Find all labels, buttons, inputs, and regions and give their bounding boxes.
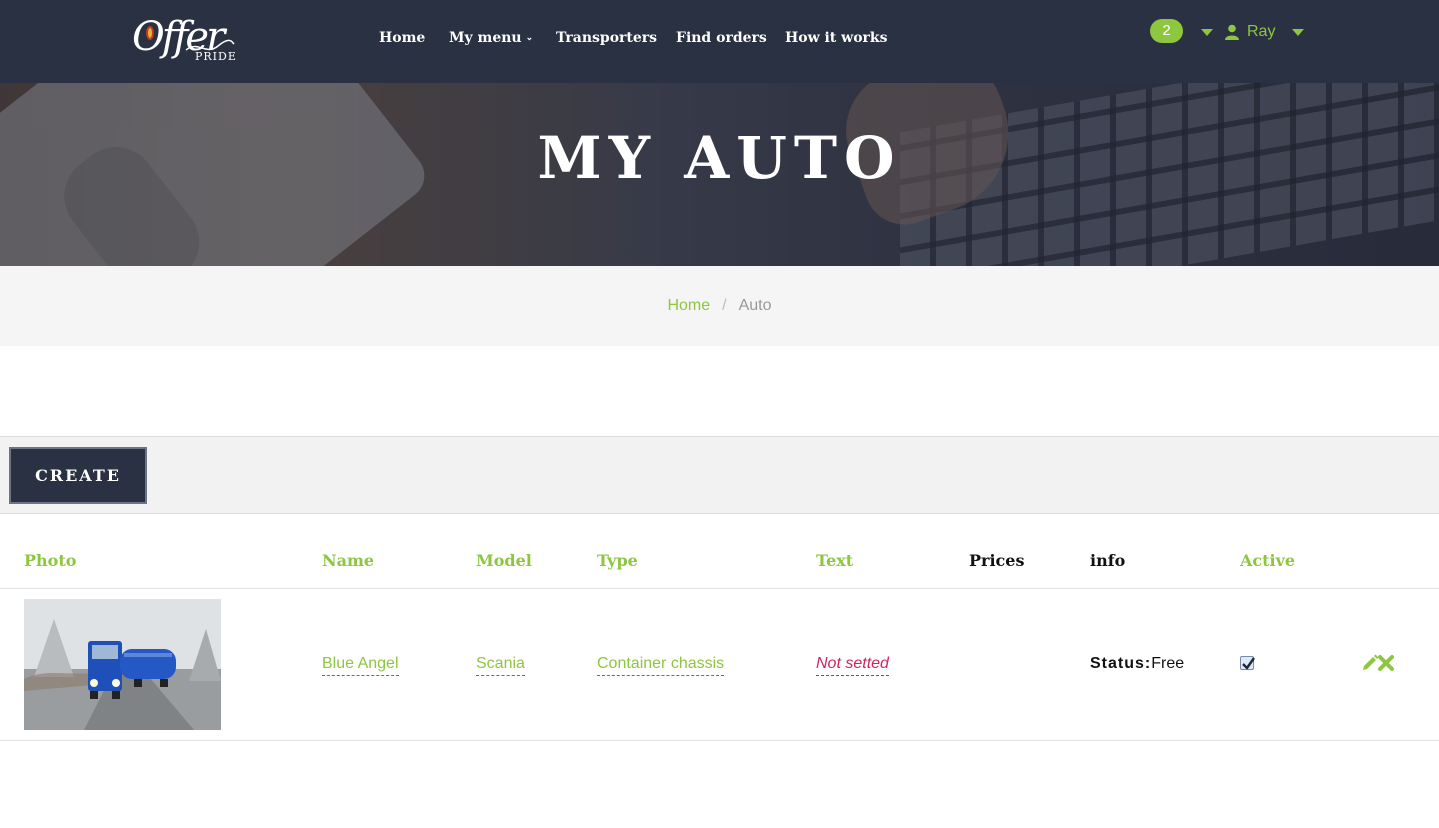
notifications-caret-down-icon[interactable] xyxy=(1201,29,1213,36)
status-value: Free xyxy=(1151,655,1185,672)
nav-my-menu[interactable]: My menu ⌄ xyxy=(449,28,533,48)
page-title: MY AUTO xyxy=(537,124,902,192)
nav-how-it-works[interactable]: How it works xyxy=(785,28,888,48)
nav-home[interactable]: Home xyxy=(379,28,425,48)
auto-name-value[interactable]: Blue Angel xyxy=(322,653,399,676)
column-header-info: info xyxy=(1090,551,1126,570)
nav-transporters[interactable]: Transporters xyxy=(556,28,657,48)
create-button[interactable]: CREATE xyxy=(9,447,147,504)
column-header-photo[interactable]: Photo xyxy=(24,550,76,572)
breadcrumb-home-link[interactable]: Home xyxy=(667,297,710,314)
table-header-row: Photo Name Model Type Text Prices info A… xyxy=(0,538,1439,589)
auto-model-value[interactable]: Scania xyxy=(476,653,525,676)
user-menu-name[interactable]: Ray xyxy=(1247,22,1275,42)
breadcrumb-current: Auto xyxy=(738,297,772,314)
nav-how-it-works-label: How it works xyxy=(785,30,888,46)
notification-badge[interactable]: 2 xyxy=(1150,19,1183,43)
page-hero-banner: MY AUTO xyxy=(0,83,1439,266)
nav-find-orders[interactable]: Find orders xyxy=(676,28,767,48)
logo-dot-icon xyxy=(146,26,154,40)
checkbox-check-icon xyxy=(1242,657,1255,670)
truck-photo xyxy=(24,599,221,730)
breadcrumb: Home / Auto xyxy=(0,266,1439,346)
column-header-model[interactable]: Model xyxy=(476,550,532,572)
top-navbar: Offer PRIDE Home My menu ⌄ Transporters F… xyxy=(0,0,1439,83)
user-menu-caret-down-icon[interactable] xyxy=(1292,29,1304,36)
grid-toolbar: CREATE xyxy=(0,436,1439,514)
nav-home-label: Home xyxy=(379,30,426,46)
user-icon xyxy=(1225,24,1239,40)
breadcrumb-separator: / xyxy=(722,297,727,314)
delete-icon[interactable] xyxy=(1377,654,1395,672)
column-header-name[interactable]: Name xyxy=(322,550,374,572)
auto-type-value[interactable]: Container chassis xyxy=(597,653,725,676)
column-header-type[interactable]: Type xyxy=(597,550,638,572)
nav-find-orders-label: Find orders xyxy=(676,30,767,46)
truck-photo-illustration xyxy=(24,599,221,730)
table-row: Blue Angel Scania Container chassis Not … xyxy=(0,589,1439,741)
status-label: Status: xyxy=(1090,655,1152,672)
column-header-prices: Prices xyxy=(969,551,1025,570)
nav-transporters-label: Transporters xyxy=(556,30,658,46)
active-checkbox[interactable] xyxy=(1240,656,1255,670)
auto-text-value[interactable]: Not setted xyxy=(816,653,889,676)
column-header-active[interactable]: Active xyxy=(1240,550,1295,572)
column-header-text[interactable]: Text xyxy=(816,550,853,572)
nav-my-menu-label: My menu xyxy=(449,30,522,46)
logo-sub-text: PRIDE xyxy=(195,50,237,63)
auto-status-info: Status:Free xyxy=(1090,653,1184,675)
chevron-down-icon: ⌄ xyxy=(525,33,534,43)
site-logo[interactable]: Offer PRIDE xyxy=(132,12,236,74)
